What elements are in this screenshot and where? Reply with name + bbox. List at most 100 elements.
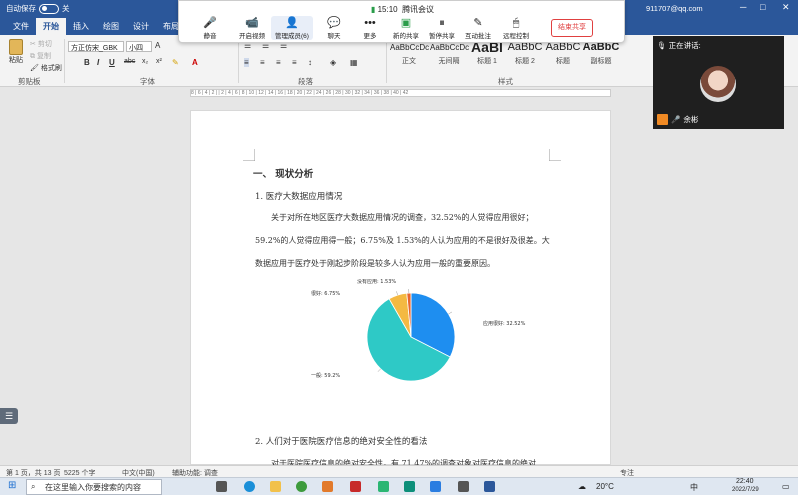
clipboard-icon bbox=[9, 39, 23, 55]
borders-icon[interactable]: ▦ bbox=[350, 58, 358, 67]
font-size-select[interactable]: 小四 bbox=[126, 41, 152, 52]
autosave-state: 关 bbox=[62, 4, 70, 13]
margin-corner-mark bbox=[243, 149, 255, 161]
minimize-icon[interactable]: ─ bbox=[740, 2, 746, 12]
align-right-icon[interactable]: ≡ bbox=[276, 58, 281, 67]
justify-icon[interactable]: ≡ bbox=[292, 58, 297, 67]
pause-share-button[interactable]: ⏸ 暂停共享 bbox=[423, 16, 461, 40]
paragraph-line: 数据应用于医疗处于刚起步阶段是较多人认为应用一般的重要原因。 bbox=[255, 259, 495, 268]
autosave-switch[interactable] bbox=[39, 3, 59, 14]
chrome-icon[interactable] bbox=[296, 481, 307, 492]
app-icon[interactable] bbox=[458, 481, 469, 492]
annotate-button[interactable]: ✎ 互动批注 bbox=[459, 16, 497, 40]
account-email[interactable]: 911707@qq.com bbox=[646, 4, 703, 13]
tab-draw[interactable]: 绘图 bbox=[96, 18, 126, 35]
highlight-icon[interactable]: ✎ bbox=[172, 58, 179, 67]
pie-leader-line bbox=[396, 291, 398, 296]
tencent-meeting-icon[interactable] bbox=[430, 481, 441, 492]
font-name-select[interactable]: 方正仿宋_GBK bbox=[68, 41, 124, 52]
remote-control-button[interactable]: 🖱 远程控制 bbox=[497, 16, 535, 40]
style-heading-2[interactable]: AaBbC 标题 2 bbox=[506, 39, 544, 66]
style-name: 正文 bbox=[402, 58, 416, 65]
microphone-icon: 🎤 bbox=[203, 17, 217, 29]
font-color-button[interactable]: A bbox=[192, 58, 198, 67]
subscript-button[interactable]: x₂ bbox=[142, 58, 148, 65]
meeting-toolbar: ▮ 15:10 腾讯会议 🎤 静音 📹 开启视频 👤 管理成员(6) 💬 聊天 ••• 更… bbox=[178, 0, 625, 43]
windows-start-icon[interactable]: ⊞ bbox=[8, 480, 16, 491]
pause-icon: ⏸ bbox=[439, 17, 445, 29]
chat-label: 聊天 bbox=[327, 33, 341, 40]
app-icon[interactable] bbox=[404, 481, 415, 492]
notification-icon[interactable]: ▭ bbox=[782, 482, 790, 491]
strikethrough-button[interactable]: abc bbox=[124, 58, 135, 65]
temperature[interactable]: 20°C bbox=[596, 482, 614, 491]
microphone-icon: 🎤 bbox=[671, 115, 681, 124]
underline-button[interactable]: U bbox=[109, 58, 115, 67]
style-normal[interactable]: AaBbCcDc 正文 bbox=[390, 39, 429, 66]
taskbar-search-input[interactable]: ⌕ 在这里输入你要搜索的内容 bbox=[26, 479, 162, 495]
horizontal-ruler[interactable]: 8 | 6 | 4 | 2 | | 2 | 4 | 6 | 8 | 10 | 1… bbox=[190, 89, 611, 97]
pie-leader-line bbox=[377, 368, 381, 372]
line-spacing-icon[interactable]: ↕ bbox=[308, 58, 312, 67]
document-page[interactable]: 一、 现状分析 1. 医疗大数据应用情况 关于对所在地区医疗大数据应用情况的调查… bbox=[190, 110, 611, 468]
word-icon[interactable] bbox=[484, 481, 495, 492]
style-heading-1[interactable]: AaBl 标题 1 bbox=[468, 39, 506, 66]
end-share-button[interactable]: 结束共享 bbox=[551, 19, 593, 37]
close-icon[interactable]: ✕ bbox=[782, 2, 790, 13]
app-icon[interactable] bbox=[322, 481, 333, 492]
heading-current-analysis: 一、 现状分析 bbox=[253, 169, 314, 180]
bold-button[interactable]: B bbox=[84, 58, 90, 67]
pie-slice-label: 应用一般: 59.2% bbox=[311, 372, 340, 379]
manage-members-button[interactable]: 👤 管理成员(6) bbox=[271, 16, 313, 40]
new-share-button[interactable]: ▣ 新的共享 bbox=[387, 16, 425, 40]
microphone-icon: 🎙 bbox=[657, 41, 667, 50]
wechat-icon[interactable] bbox=[378, 481, 389, 492]
chat-button[interactable]: 💬 聊天 bbox=[315, 16, 353, 40]
tab-insert[interactable]: 插入 bbox=[66, 18, 96, 35]
remote-control-icon: 🖱 bbox=[512, 17, 520, 29]
paragraph-line: 59.2%的人觉得应用得一般；6.75%及 1.53%的人认为应用的不是很好及很… bbox=[255, 236, 550, 245]
file-explorer-icon[interactable] bbox=[270, 481, 281, 492]
align-center-icon[interactable]: ≡ bbox=[260, 58, 265, 67]
superscript-button[interactable]: x² bbox=[156, 58, 162, 65]
shading-icon[interactable]: ◈ bbox=[330, 58, 336, 67]
style-subtitle[interactable]: AaBbC 副标题 bbox=[582, 39, 620, 66]
tab-home[interactable]: 开始 bbox=[36, 18, 66, 35]
ime-indicator[interactable]: 中 bbox=[690, 482, 698, 493]
copy-button[interactable]: ⧉ 复制 bbox=[30, 51, 51, 61]
meeting-app-name: 腾讯会议 bbox=[402, 5, 435, 14]
maximize-icon[interactable]: □ bbox=[760, 2, 765, 12]
format-painter-button[interactable]: 🖌 格式刷 bbox=[30, 63, 62, 73]
app-icon[interactable] bbox=[350, 481, 361, 492]
paragraph-group-label: 段落 bbox=[298, 77, 313, 86]
video-button[interactable]: 📹 开启视频 bbox=[233, 16, 271, 40]
more-button[interactable]: ••• 更多 bbox=[351, 16, 389, 40]
task-view-icon[interactable] bbox=[216, 481, 227, 492]
style-no-spacing[interactable]: AaBbCcDc 无间隔 bbox=[430, 39, 469, 66]
cut-button[interactable]: ✂ 剪切 bbox=[30, 39, 52, 49]
style-title[interactable]: AaBbC 标题 bbox=[544, 39, 582, 66]
mute-button[interactable]: 🎤 静音 bbox=[191, 16, 229, 40]
tab-design[interactable]: 设计 bbox=[126, 18, 156, 35]
clock-time[interactable]: 22:40 bbox=[736, 478, 754, 485]
align-left-icon[interactable]: ≡ bbox=[244, 58, 249, 67]
weather-icon[interactable]: ☁ bbox=[578, 482, 586, 491]
user-badge-icon bbox=[657, 114, 668, 125]
more-label: 更多 bbox=[363, 33, 377, 40]
speaker-panel: 🎙 正在讲话: 🎤 余彬 bbox=[653, 36, 784, 129]
clipboard-group-label: 剪贴板 bbox=[18, 77, 41, 86]
format-painter-label: 格式刷 bbox=[40, 65, 62, 72]
remote-control-label: 远程控制 bbox=[503, 33, 529, 40]
speaking-label: 正在讲话: bbox=[668, 41, 701, 50]
side-menu-icon[interactable]: ☰ bbox=[0, 408, 18, 424]
italic-button[interactable]: I bbox=[97, 58, 99, 67]
paste-button[interactable]: 粘贴 bbox=[6, 39, 26, 65]
clock-date[interactable]: 2022/7/29 bbox=[732, 487, 759, 493]
tab-file[interactable]: 文件 bbox=[6, 18, 36, 35]
grow-font-icon[interactable]: A bbox=[155, 41, 160, 50]
person-icon: 👤 bbox=[285, 17, 299, 29]
style-name: 无间隔 bbox=[438, 58, 460, 65]
edge-browser-icon[interactable] bbox=[244, 481, 255, 492]
autosave-toggle[interactable]: 自动保存 关 bbox=[6, 3, 70, 14]
taskbar: ⊞ ⌕ 在这里输入你要搜索的内容 ☁ 20°C 中 22:40 2022/7/2… bbox=[0, 477, 798, 495]
